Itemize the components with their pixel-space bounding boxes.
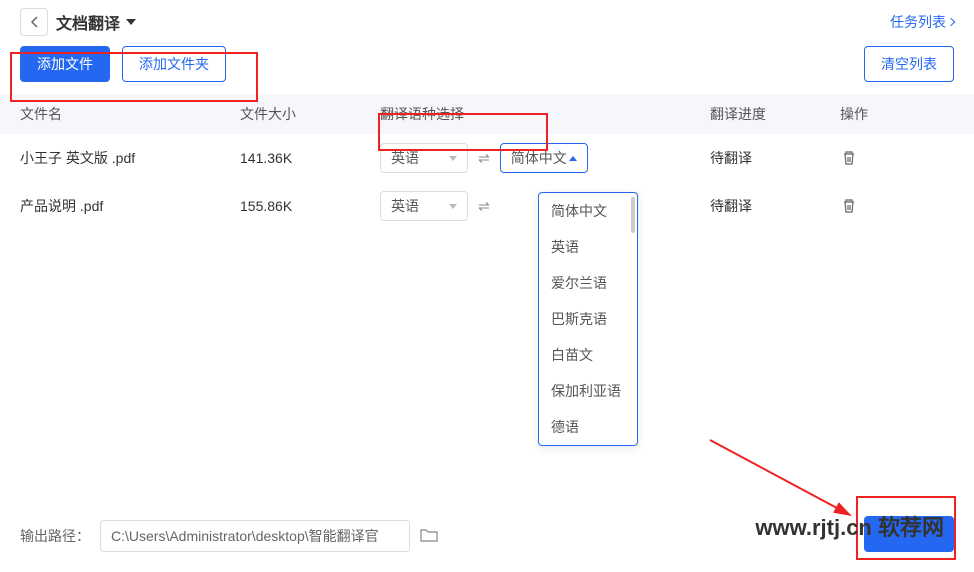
col-header-action: 操作 bbox=[840, 104, 920, 124]
output-path-label: 输出路径： bbox=[20, 526, 90, 546]
table-header: 文件名 文件大小 翻译语种选择 翻译进度 操作 bbox=[0, 94, 974, 134]
chevron-down-icon bbox=[449, 156, 457, 161]
page-title-text: 文档翻译 bbox=[56, 10, 120, 34]
swap-icon[interactable]: ⇌ bbox=[478, 150, 490, 167]
file-name: 产品说明 .pdf bbox=[20, 196, 240, 216]
progress-text: 待翻译 bbox=[710, 196, 840, 216]
table-row: 产品说明 .pdf 155.86K 英语 ⇌ 待翻译 bbox=[0, 182, 974, 230]
clear-list-button[interactable]: 清空列表 bbox=[864, 46, 954, 82]
table-row: 小王子 英文版 .pdf 141.36K 英语 ⇌ 简体中文 待翻译 bbox=[0, 134, 974, 182]
source-lang-select[interactable]: 英语 bbox=[380, 143, 468, 173]
task-list-link[interactable]: 任务列表 bbox=[890, 12, 954, 32]
add-folder-button[interactable]: 添加文件夹 bbox=[122, 46, 226, 82]
chevron-up-icon bbox=[569, 156, 577, 161]
swap-icon[interactable]: ⇌ bbox=[478, 198, 490, 215]
dropdown-option[interactable]: 巴斯克语 bbox=[539, 301, 637, 337]
dropdown-option[interactable]: 爱尔兰语 bbox=[539, 265, 637, 301]
caret-down-icon bbox=[126, 19, 136, 25]
source-lang-value: 英语 bbox=[391, 196, 419, 216]
dropdown-option[interactable]: 简体中文 bbox=[539, 193, 637, 229]
source-lang-value: 英语 bbox=[391, 148, 419, 168]
watermark-text: www.rjtj.cn 软荐网 bbox=[755, 510, 944, 542]
source-lang-select[interactable]: 英语 bbox=[380, 191, 468, 221]
col-header-progress: 翻译进度 bbox=[710, 104, 840, 124]
delete-button[interactable] bbox=[840, 149, 858, 167]
add-file-button[interactable]: 添加文件 bbox=[20, 46, 110, 82]
output-path-input[interactable]: C:\Users\Administrator\desktop\智能翻译官 bbox=[100, 520, 410, 552]
page-title[interactable]: 文档翻译 bbox=[56, 10, 136, 34]
back-button[interactable] bbox=[20, 8, 48, 36]
file-size: 141.36K bbox=[240, 150, 380, 166]
delete-button[interactable] bbox=[840, 197, 858, 215]
chevron-down-icon bbox=[449, 204, 457, 209]
language-dropdown[interactable]: 简体中文 英语 爱尔兰语 巴斯克语 白苗文 保加利亚语 德语 bbox=[538, 192, 638, 446]
dropdown-option[interactable]: 德语 bbox=[539, 409, 637, 445]
target-lang-select[interactable]: 简体中文 bbox=[500, 143, 588, 173]
dropdown-option[interactable]: 保加利亚语 bbox=[539, 373, 637, 409]
col-header-size: 文件大小 bbox=[240, 104, 380, 124]
target-lang-value: 简体中文 bbox=[511, 148, 567, 168]
folder-icon bbox=[420, 527, 438, 543]
col-header-name: 文件名 bbox=[20, 104, 240, 124]
dropdown-option[interactable]: 白苗文 bbox=[539, 337, 637, 373]
progress-text: 待翻译 bbox=[710, 148, 840, 168]
browse-folder-button[interactable] bbox=[420, 527, 438, 545]
trash-icon bbox=[841, 150, 857, 166]
chevron-left-icon bbox=[30, 16, 38, 28]
file-size: 155.86K bbox=[240, 198, 380, 214]
dropdown-option[interactable]: 英语 bbox=[539, 229, 637, 265]
col-header-lang: 翻译语种选择 bbox=[380, 104, 710, 124]
chevron-right-icon bbox=[947, 18, 955, 26]
trash-icon bbox=[841, 198, 857, 214]
output-path-value: C:\Users\Administrator\desktop\智能翻译官 bbox=[111, 526, 379, 546]
task-list-label: 任务列表 bbox=[890, 12, 946, 32]
file-name: 小王子 英文版 .pdf bbox=[20, 148, 240, 168]
scrollbar-thumb[interactable] bbox=[631, 197, 635, 233]
file-table: 文件名 文件大小 翻译语种选择 翻译进度 操作 小王子 英文版 .pdf 141… bbox=[0, 94, 974, 230]
